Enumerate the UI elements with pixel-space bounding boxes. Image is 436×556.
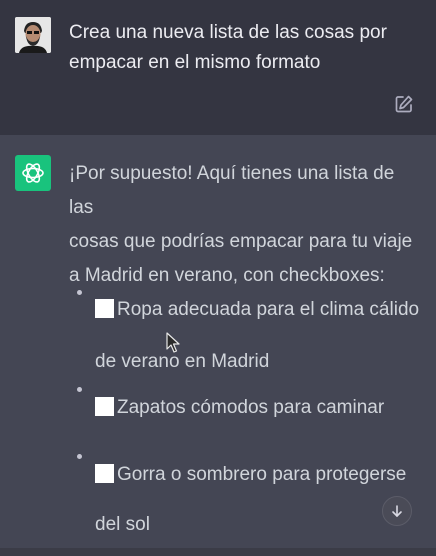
checklist-item-label: Ropa adecuada para el clima cálido — [117, 299, 420, 320]
arrow-down-icon — [392, 505, 402, 517]
assistant-intro-text: ¡Por supuesto! Aquí tienes una lista de … — [69, 157, 421, 293]
user-avatar — [15, 17, 51, 53]
input-area-edge — [0, 548, 436, 556]
assistant-intro-line: a Madrid en verano, con checkboxes: — [69, 265, 385, 286]
user-message-text: Crea una nueva lista de las cosas por em… — [69, 18, 409, 78]
list-bullet — [77, 387, 82, 392]
assistant-intro-line: cosas que podrías empacar para tu viaje — [69, 231, 413, 252]
assistant-intro-line: ¡Por supuesto! Aquí tienes una lista de … — [69, 163, 395, 218]
checkbox[interactable] — [95, 397, 114, 416]
checklist-item-line: Zapatos cómodos para caminar — [95, 395, 384, 421]
list-bullet — [77, 290, 82, 295]
checklist-item-continuation: del sol — [95, 514, 150, 535]
checkbox[interactable] — [95, 299, 114, 318]
user-message-block: Crea una nueva lista de las cosas por em… — [0, 0, 436, 135]
assistant-message-block: ¡Por supuesto! Aquí tienes una lista de … — [0, 135, 436, 556]
checklist-item-line: Ropa adecuada para el clima cálido — [95, 297, 419, 323]
checklist-item-label: Gorra o sombrero para protegerse — [117, 464, 407, 485]
user-message-line: empacar en el mismo formato — [69, 52, 321, 73]
checklist-item-label: Zapatos cómodos para caminar — [117, 397, 385, 418]
checklist-item-line: Gorra o sombrero para protegerse — [95, 462, 406, 488]
scroll-to-bottom-button[interactable] — [382, 496, 412, 526]
openai-logo-icon — [15, 155, 51, 191]
checklist-item-continuation: de verano en Madrid — [95, 351, 270, 372]
list-bullet — [77, 454, 82, 459]
mouse-pointer-icon — [166, 332, 182, 354]
user-message-line: Crea una nueva lista de las cosas por — [69, 22, 387, 43]
checkbox[interactable] — [95, 464, 114, 483]
edit-icon[interactable] — [394, 94, 414, 114]
